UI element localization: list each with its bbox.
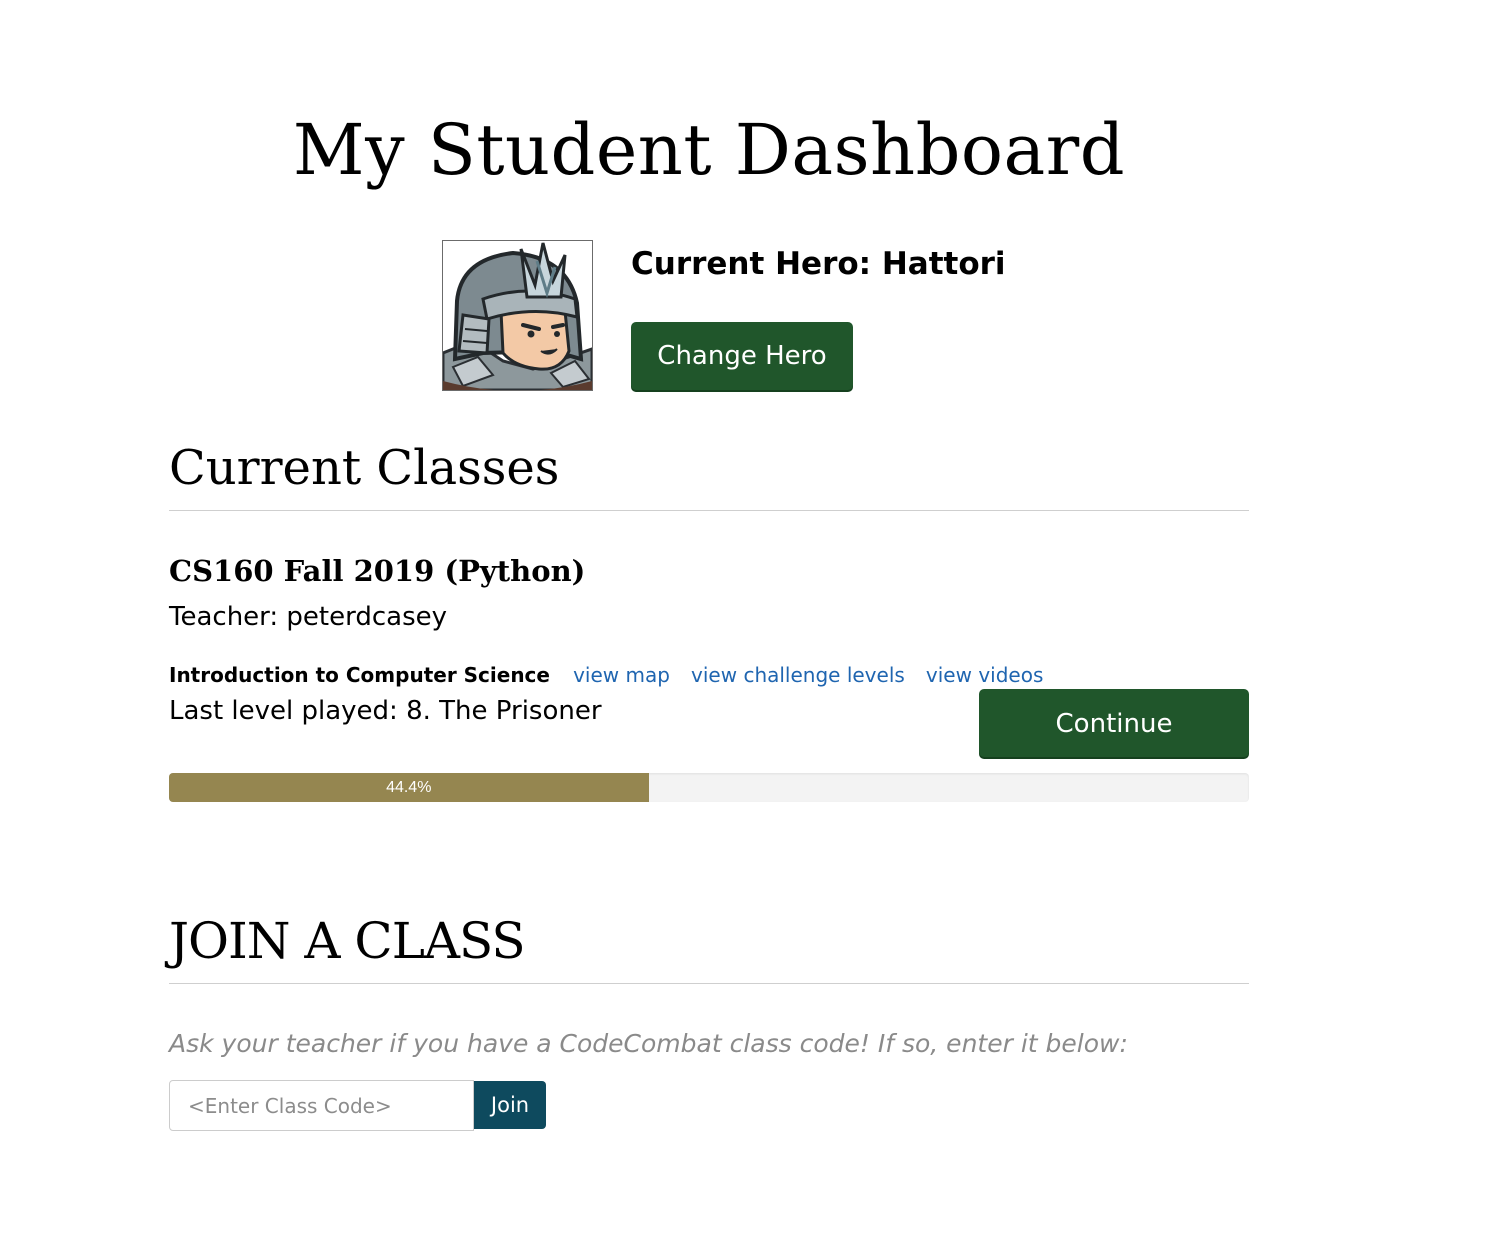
section-divider (169, 983, 1249, 984)
class-name: CS160 Fall 2019 (Python) (169, 554, 586, 588)
current-hero-label: Current Hero: Hattori (631, 246, 1006, 282)
continue-button[interactable]: Continue (979, 689, 1249, 757)
page-title: My Student Dashboard (292, 109, 1126, 191)
join-button[interactable]: Join (474, 1081, 546, 1129)
current-classes-heading: Current Classes (169, 440, 560, 496)
view-challenge-levels-link[interactable]: view challenge levels (691, 663, 905, 687)
view-videos-link[interactable]: view videos (926, 663, 1043, 687)
section-divider (169, 510, 1249, 511)
join-class-hint: Ask your teacher if you have a CodeComba… (169, 1029, 1128, 1058)
join-class-heading: JOIN A CLASS (169, 912, 526, 970)
change-hero-button[interactable]: Change Hero (631, 322, 853, 390)
last-level-played: Last level played: 8. The Prisoner (169, 696, 602, 726)
teacher-label: Teacher: peterdcasey (169, 602, 448, 632)
hattori-hero-portrait-icon (443, 241, 592, 390)
course-progress-bar: 44.4% (169, 773, 1249, 802)
progress-fill: 44.4% (169, 773, 649, 802)
class-code-input[interactable] (169, 1080, 474, 1131)
course-name: Introduction to Computer Science (169, 663, 550, 687)
view-map-link[interactable]: view map (573, 663, 670, 687)
hero-portrait-icon (442, 240, 593, 391)
course-row: Introduction to Computer Science view ma… (169, 661, 1059, 689)
